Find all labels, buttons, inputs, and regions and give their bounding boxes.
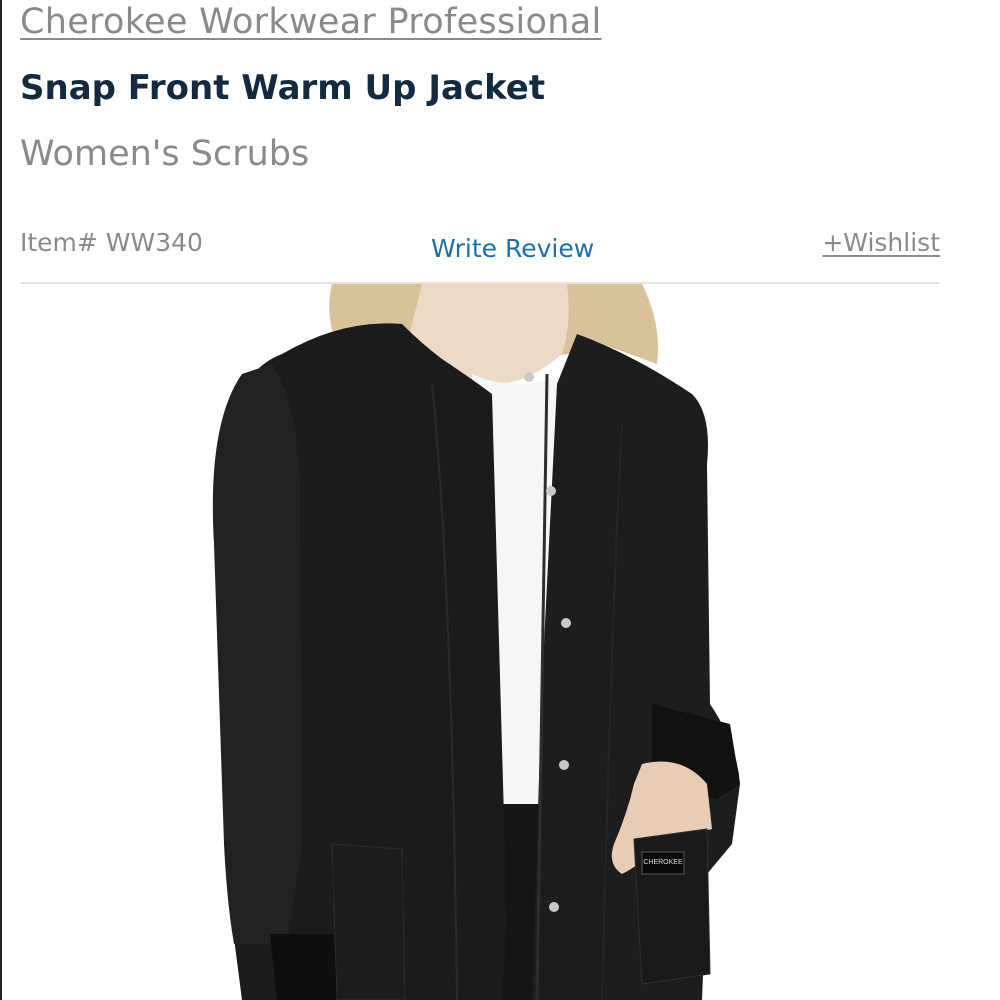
- brand-link[interactable]: Cherokee Workwear Professional: [20, 2, 602, 42]
- product-title: Snap Front Warm Up Jacket: [20, 68, 545, 108]
- write-review-link[interactable]: Write Review: [431, 234, 594, 263]
- snap-button: [546, 486, 556, 496]
- product-meta-row: Item# WW340 Write Review +Wishlist: [20, 224, 940, 284]
- left-pocket: [332, 844, 405, 1000]
- jacket-left-sleeve: [213, 364, 302, 944]
- item-number: Item# WW340: [20, 228, 203, 257]
- snap-button: [561, 618, 571, 628]
- product-page: Cherokee Workwear Professional Snap Fron…: [0, 0, 1000, 1000]
- snap-button: [524, 372, 534, 382]
- jacket-photo: CHEROKEE: [2, 284, 1000, 1000]
- wishlist-link[interactable]: +Wishlist: [822, 228, 940, 257]
- product-image[interactable]: CHEROKEE: [2, 284, 1000, 1000]
- pocket-label-text: CHEROKEE: [643, 859, 683, 866]
- snap-button: [549, 902, 559, 912]
- product-category: Women's Scrubs: [20, 134, 309, 174]
- snap-button: [559, 760, 569, 770]
